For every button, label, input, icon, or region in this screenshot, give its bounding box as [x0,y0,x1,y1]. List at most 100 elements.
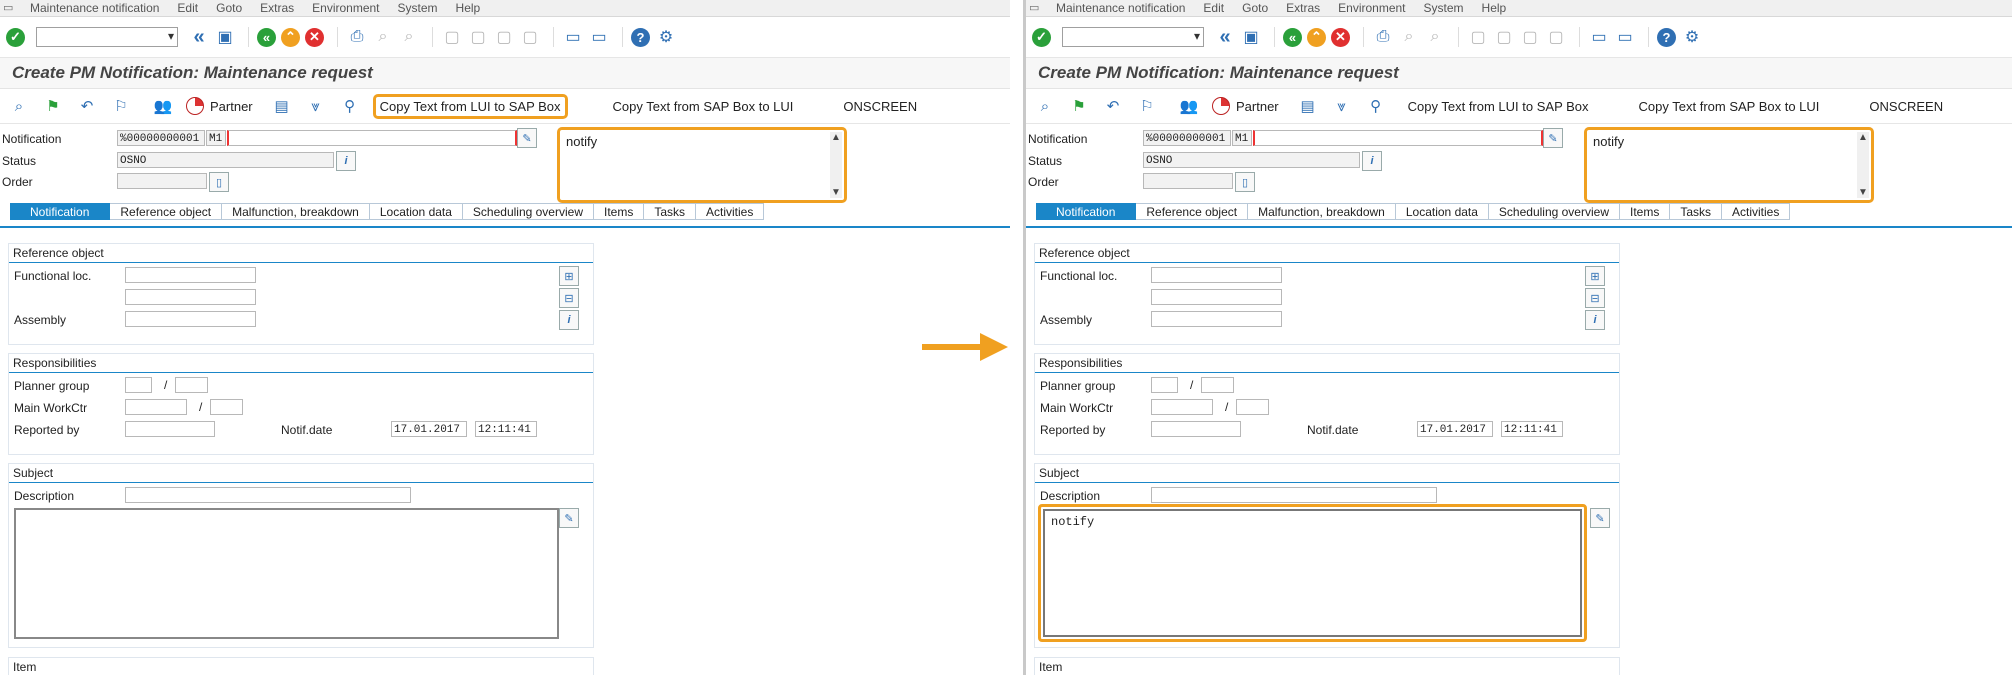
description-input[interactable] [125,487,411,503]
order-document-icon[interactable]: ▯ [209,172,229,192]
scroll-up-icon[interactable]: ▲ [1858,132,1868,143]
order-field[interactable] [117,173,207,189]
users-icon[interactable]: 👥 [152,95,174,117]
last-page-icon[interactable]: ▢ [519,26,541,48]
assembly-input[interactable] [1151,311,1282,327]
assembly-input[interactable] [125,311,256,327]
long-text-icon[interactable]: ✎ [1543,128,1563,148]
next-page-icon[interactable]: ▢ [1519,26,1541,48]
tab-activities[interactable]: Activities [696,203,765,220]
planner-plant-input[interactable] [175,377,208,393]
find-icon[interactable]: ⌕ [1398,26,1420,48]
notif-time-input[interactable]: 12:11:41 [1501,421,1563,437]
previous-page-icon[interactable]: ▢ [1493,26,1515,48]
tab-notification[interactable]: Notification [1036,203,1137,220]
long-text-editor-icon[interactable]: ✎ [559,508,579,528]
menu-help[interactable]: Help [447,1,490,15]
long-text-icon[interactable]: ✎ [517,128,537,148]
main-workctr-input[interactable] [125,399,187,415]
long-text-editor-icon[interactable]: ✎ [1590,508,1610,528]
menu-system[interactable]: System [389,1,447,15]
previous-page-icon[interactable]: ▢ [467,26,489,48]
scroll-down-icon[interactable]: ▼ [1858,187,1868,198]
workctr-plant-input[interactable] [210,399,243,415]
first-page-icon[interactable]: ▢ [441,26,463,48]
gear-icon[interactable]: ⚙ [655,26,677,48]
cancel-icon[interactable]: ✕ [1331,27,1350,47]
lui-text-box[interactable]: notify ▲ ▼ [1584,127,1874,203]
planner-plant-input[interactable] [1201,377,1234,393]
copy-lui-to-sap-button[interactable]: Copy Text from LUI to SAP Box [372,93,568,119]
command-field[interactable]: ▾ [36,27,178,47]
scroll-up-icon[interactable]: ▲ [831,132,841,143]
tab-location-data[interactable]: Location data [369,203,463,220]
create-session-icon[interactable]: ▭ [562,26,584,48]
tab-scheduling-overview[interactable]: Scheduling overview [462,203,594,220]
exit-icon[interactable]: ⌃ [1307,27,1326,47]
enter-icon[interactable]: ✓ [1032,27,1051,47]
help-icon[interactable]: ? [1657,27,1676,47]
info-icon[interactable]: i [336,151,356,171]
funnel-icon[interactable]: ⩔ [305,95,327,117]
long-text-area[interactable]: notify [1038,504,1587,642]
main-workctr-input[interactable] [1151,399,1213,415]
onscreen-button[interactable]: ONSCREEN [838,97,922,116]
partner-button[interactable]: Partner [186,97,253,115]
save-icon[interactable]: ▣ [1240,26,1262,48]
system-menu-icon[interactable]: ▭ [1029,2,1043,14]
menu-maintenance-notification[interactable]: Maintenance notification [1047,1,1194,15]
planner-group-input[interactable] [125,377,152,393]
checkered-flag-icon[interactable]: ⚐ [1136,95,1158,117]
help-icon[interactable]: ? [631,27,650,47]
contact-icon[interactable]: ⚲ [1365,95,1387,117]
menu-edit[interactable]: Edit [1194,1,1233,15]
shortcut-icon[interactable]: ▭ [1614,26,1636,48]
shortcut-icon[interactable]: ▭ [588,26,610,48]
menu-environment[interactable]: Environment [303,1,388,15]
exit-icon[interactable]: ⌃ [281,27,300,47]
tab-activities[interactable]: Activities [1722,203,1791,220]
reported-by-input[interactable] [125,421,215,437]
onscreen-button[interactable]: ONSCREEN [1864,97,1948,116]
tab-reference-object[interactable]: Reference object [110,203,223,220]
menu-help[interactable]: Help [1473,1,1516,15]
display-change-icon[interactable]: ⌕ [1034,95,1056,117]
find-next-icon[interactable]: ⌕ [398,26,420,48]
copy-sap-to-lui-button[interactable]: Copy Text from SAP Box to LUI [1634,97,1825,116]
menu-maintenance-notification[interactable]: Maintenance notification [21,1,168,15]
menu-goto[interactable]: Goto [207,1,251,15]
next-page-icon[interactable]: ▢ [493,26,515,48]
double-left-icon[interactable]: « [188,26,210,48]
menu-environment[interactable]: Environment [1329,1,1414,15]
save-icon[interactable]: ▣ [214,26,236,48]
tab-reference-object[interactable]: Reference object [1136,203,1249,220]
tab-malfunction[interactable]: Malfunction, breakdown [222,203,370,220]
find-next-icon[interactable]: ⌕ [1424,26,1446,48]
menu-system[interactable]: System [1415,1,1473,15]
last-page-icon[interactable]: ▢ [1545,26,1567,48]
planner-group-input[interactable] [1151,377,1178,393]
workctr-plant-input[interactable] [1236,399,1269,415]
contact-icon[interactable]: ⚲ [339,95,361,117]
menu-extras[interactable]: Extras [1277,1,1329,15]
create-session-icon[interactable]: ▭ [1588,26,1610,48]
order-field[interactable] [1143,173,1233,189]
first-page-icon[interactable]: ▢ [1467,26,1489,48]
tab-items[interactable]: Items [1619,203,1671,220]
flag-icon[interactable]: ⚑ [1068,95,1090,117]
tab-location-data[interactable]: Location data [1395,203,1489,220]
print-icon[interactable]: ⎙ [346,26,368,48]
notif-time-input[interactable]: 12:11:41 [475,421,537,437]
long-text-area[interactable] [14,508,559,639]
structure-icon[interactable]: ⊞ [1585,266,1605,286]
tab-tasks[interactable]: Tasks [1670,203,1723,220]
command-field[interactable]: ▾ [1062,27,1204,47]
lui-scrollbar[interactable]: ▲ ▼ [1857,132,1869,198]
short-text-input[interactable] [1253,130,1543,146]
copy-lui-to-sap-button[interactable]: Copy Text from LUI to SAP Box [1403,97,1594,116]
lui-scrollbar[interactable]: ▲ ▼ [830,132,842,198]
document-icon[interactable]: ▤ [271,95,293,117]
copy-sap-to-lui-button[interactable]: Copy Text from SAP Box to LUI [608,97,799,116]
partner-button[interactable]: Partner [1212,97,1279,115]
short-text-input[interactable] [227,130,517,146]
